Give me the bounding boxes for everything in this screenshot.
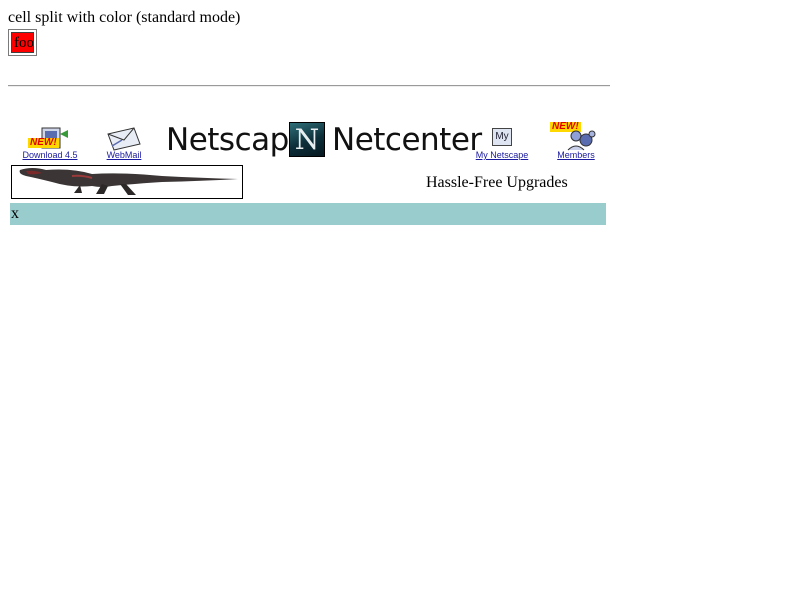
netscape-navbar: NEW! Download 4.5 WebMail Netscape N Net… <box>10 118 606 164</box>
members-label[interactable]: Members <box>546 150 606 160</box>
netscape-wordmark[interactable]: Netscape <box>166 122 308 158</box>
my-netscape-link[interactable]: My My Netscape <box>468 118 536 164</box>
foo-table: foo <box>8 29 37 56</box>
dinosaur-banner-image[interactable] <box>11 165 243 199</box>
foo-cell: foo <box>11 32 34 53</box>
members-link[interactable]: NEW! Members <box>546 118 606 164</box>
dinosaur-icon <box>19 168 238 195</box>
my-netscape-label[interactable]: My Netscape <box>468 150 536 160</box>
webmail-link[interactable]: WebMail <box>100 118 148 164</box>
page-caption: cell split with color (standard mode) <box>8 9 241 26</box>
download-link[interactable]: NEW! Download 4.5 <box>16 118 84 164</box>
horizontal-rule <box>8 85 610 87</box>
download-label[interactable]: Download 4.5 <box>16 150 84 160</box>
color-bar-text: x <box>11 205 19 222</box>
color-bar-cell: x <box>10 203 606 225</box>
webmail-label[interactable]: WebMail <box>100 150 148 160</box>
netcenter-wordmark[interactable]: Netcenter <box>332 122 482 158</box>
netscape-n-logo-icon[interactable]: N <box>289 122 325 157</box>
my-netscape-icon: My <box>492 128 512 146</box>
hassle-free-upgrades-text[interactable]: Hassle-Free Upgrades <box>426 174 568 192</box>
banner-row: Hassle-Free Upgrades <box>10 165 606 201</box>
download-new-badge: NEW! <box>28 137 59 148</box>
my-netscape-icon-text: My <box>495 131 509 142</box>
